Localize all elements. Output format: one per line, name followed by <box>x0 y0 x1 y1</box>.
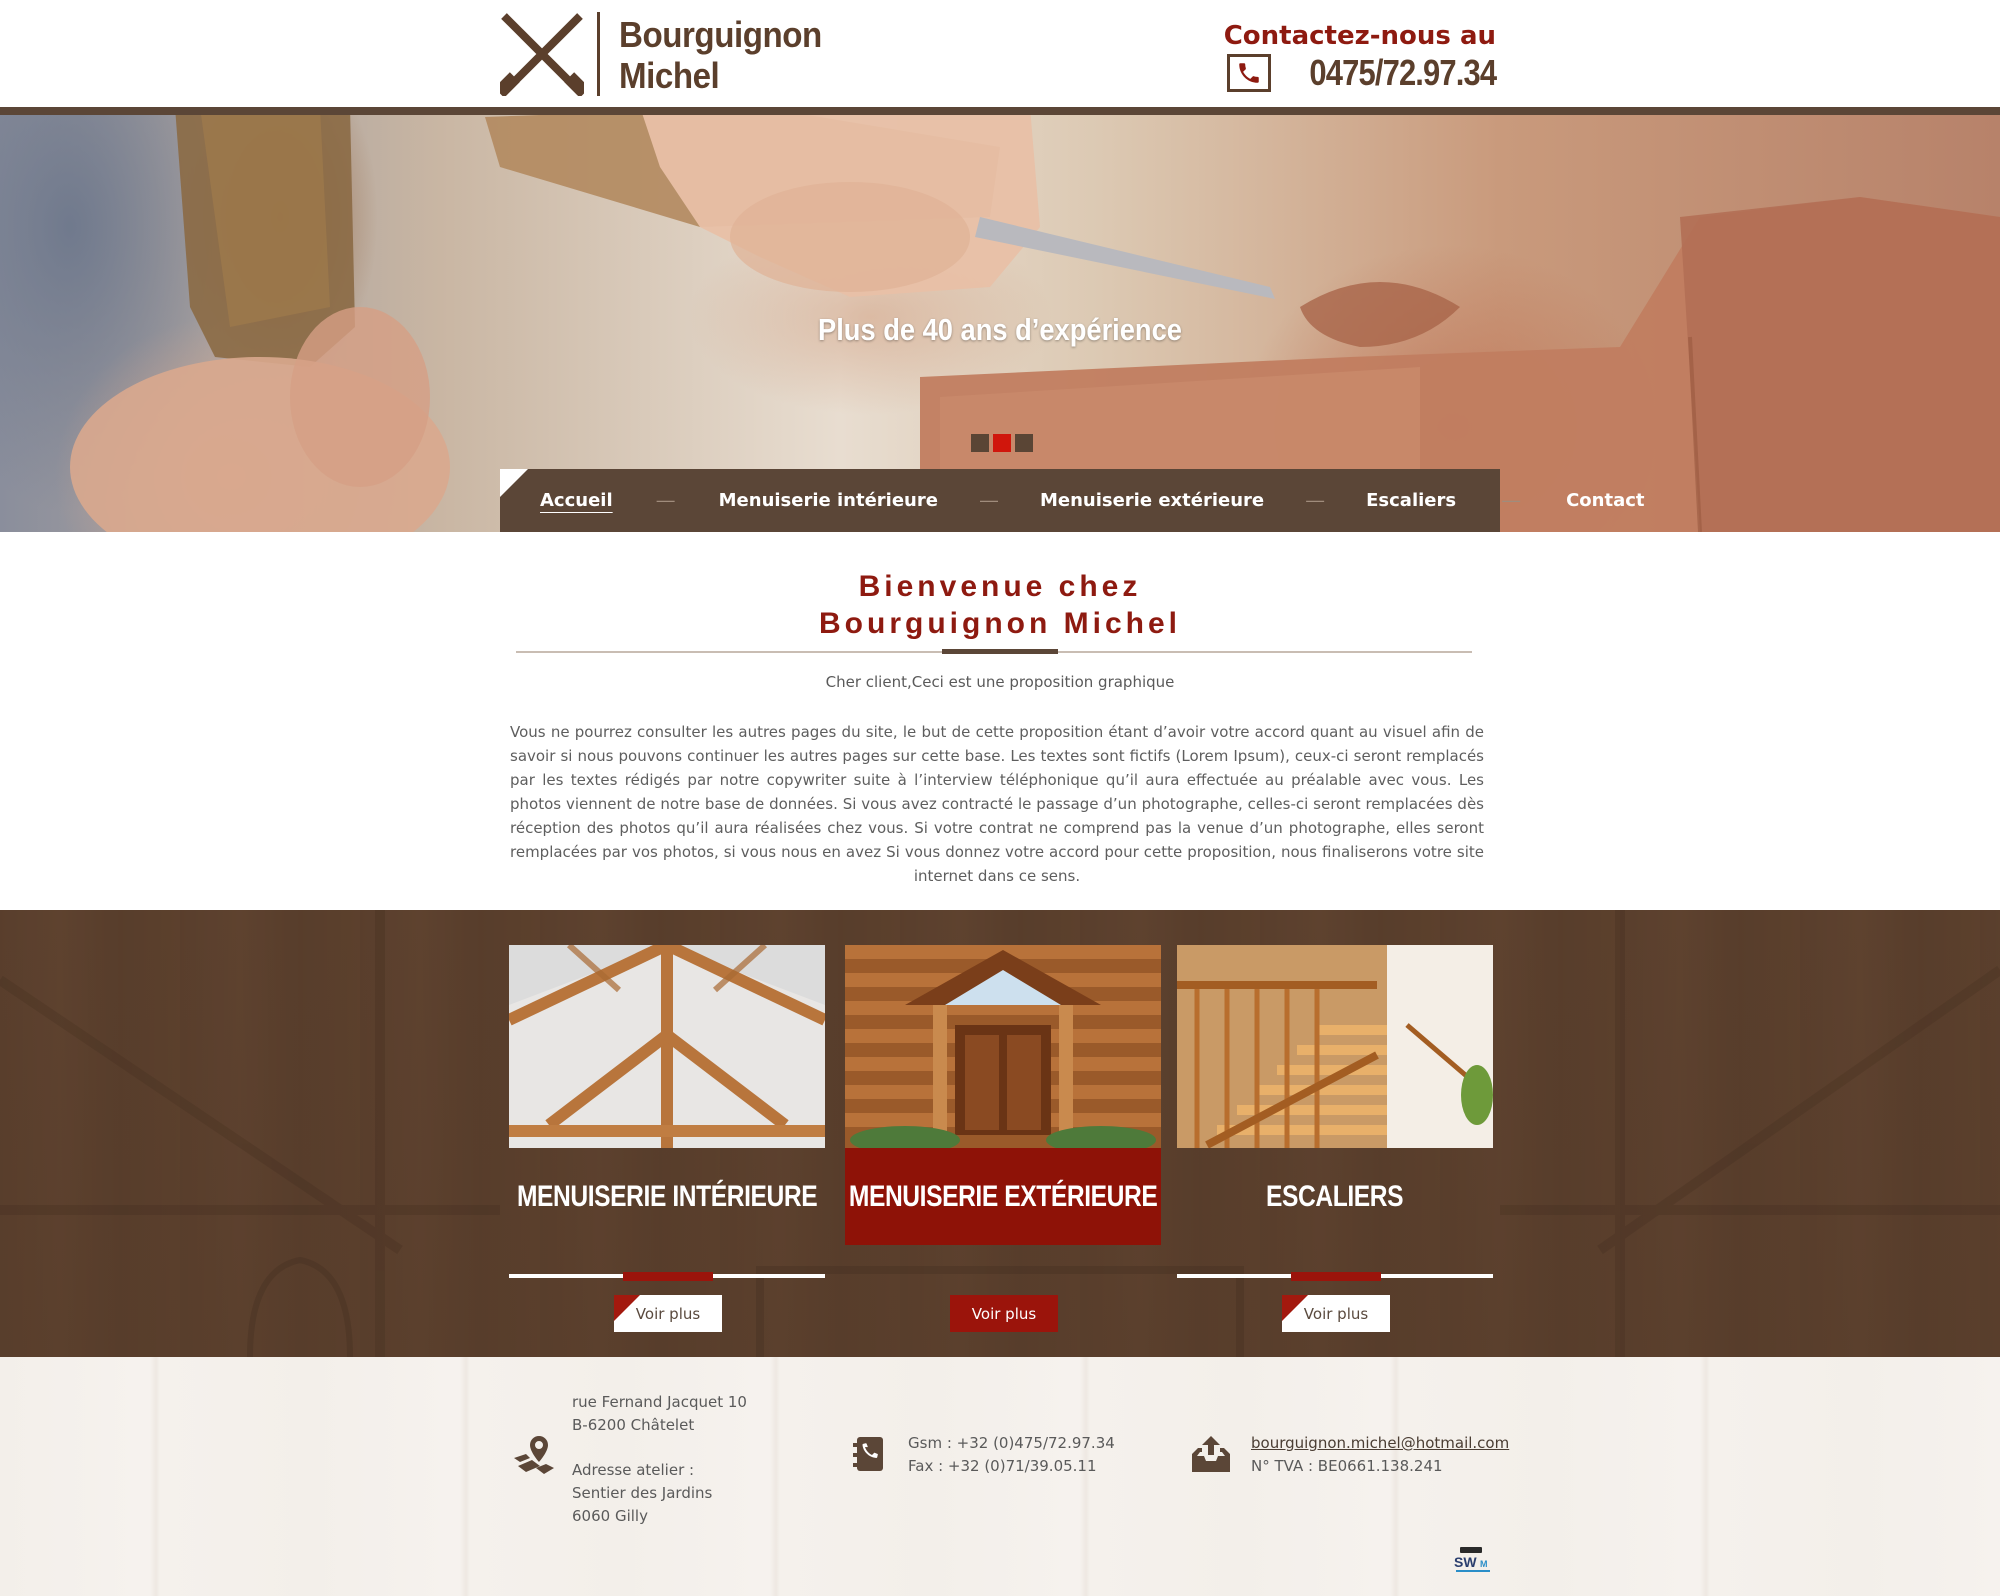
brand-name[interactable]: Bourguignon Michel <box>619 14 822 96</box>
main-nav: Accueil — Menuiserie intérieure — Menuis… <box>500 469 1645 532</box>
footer-tva: N° TVA : BE0661.138.241 <box>1251 1457 1443 1475</box>
welcome-title-line2: Bourguignon Michel <box>819 607 1181 640</box>
nav-separator: — <box>1306 490 1325 510</box>
welcome-title: Bienvenue chez Bourguignon Michel <box>0 568 2000 642</box>
welcome-intro: Cher client,Ceci est une proposition gra… <box>825 673 1175 691</box>
service-card-escaliers[interactable]: ESCALIERS <box>1177 945 1493 1281</box>
service-title-box: MENUISERIE INTÉRIEURE <box>509 1148 825 1245</box>
nav-item-contact[interactable]: Contact <box>1566 490 1644 511</box>
footer-address: rue Fernand Jacquet 10 B-6200 Châtelet A… <box>572 1391 747 1528</box>
address-street: rue Fernand Jacquet 10 <box>572 1393 747 1411</box>
service-title-box: MENUISERIE EXTÉRIEURE <box>845 1148 1161 1245</box>
atelier-city: 6060 Gilly <box>572 1507 648 1525</box>
footer-gsm[interactable]: Gsm : +32 (0)475/72.97.34 <box>908 1432 1115 1455</box>
nav-separator: — <box>979 490 998 510</box>
services-section: MENUISERIE INTÉRIEURE MENUISERIE EXTÉRIE… <box>0 910 2000 1357</box>
nav-item-menuiserie-interieure[interactable]: Menuiserie intérieure <box>719 490 938 511</box>
header-phone[interactable]: 0475/72.97.34 <box>1226 52 1497 94</box>
header-phone-number[interactable]: 0475/72.97.34 <box>1309 52 1497 94</box>
logo-divider <box>597 12 600 96</box>
button-corner-decoration <box>1282 1295 1308 1321</box>
service-image-staircase <box>1177 945 1493 1148</box>
voir-plus-label: Voir plus <box>971 1304 1037 1323</box>
map-location-icon <box>514 1436 554 1474</box>
service-title[interactable]: MENUISERIE INTÉRIEURE <box>517 1180 818 1214</box>
service-image-log-house <box>845 945 1161 1148</box>
service-title-box: ESCALIERS <box>1177 1148 1493 1245</box>
service-card-menuiserie-interieure[interactable]: MENUISERIE INTÉRIEURE <box>509 945 825 1281</box>
phone-icon <box>1226 54 1271 92</box>
nav-separator: — <box>656 490 675 510</box>
nav-item-accueil[interactable]: Accueil <box>540 490 613 511</box>
footer-mail: bourguignon.michel@hotmail.com N° TVA : … <box>1251 1432 1509 1478</box>
welcome-body: Vous ne pourrez consulter les autres pag… <box>510 723 1484 885</box>
site-header: Bourguignon Michel Contactez-nous au 047… <box>0 0 2000 107</box>
swm-logo-icon[interactable]: SW M <box>1452 1545 1494 1575</box>
brand-name-line1: Bourguignon <box>619 14 822 55</box>
welcome-divider-accent <box>942 649 1058 654</box>
svg-text:SW: SW <box>1454 1554 1477 1570</box>
contact-label: Contactez-nous au <box>1223 21 1496 51</box>
nav-separator: — <box>1502 490 1521 510</box>
hero-title: Plus de 40 ans d’expérience <box>818 312 1182 347</box>
nav-item-menuiserie-exterieure[interactable]: Menuiserie extérieure <box>1040 490 1264 511</box>
hero-top-border <box>0 107 2000 115</box>
slider-dot-2[interactable] <box>993 434 1011 452</box>
footer-fax: Fax : +32 (0)71/39.05.11 <box>908 1457 1097 1475</box>
service-card-menuiserie-exterieure[interactable]: MENUISERIE EXTÉRIEURE <box>845 945 1161 1245</box>
footer-email-link[interactable]: bourguignon.michel@hotmail.com <box>1251 1432 1509 1455</box>
mail-upload-icon <box>1192 1436 1230 1472</box>
service-title[interactable]: MENUISERIE EXTÉRIEURE <box>849 1180 1158 1214</box>
nav-item-escaliers[interactable]: Escaliers <box>1366 490 1456 511</box>
service-image-roof-truss <box>509 945 825 1148</box>
brand-name-line2: Michel <box>619 55 720 96</box>
service-underline-accent <box>1291 1272 1381 1281</box>
voir-plus-label: Voir plus <box>635 1304 701 1323</box>
atelier-label: Adresse atelier : <box>572 1461 695 1479</box>
slider-dot-1[interactable] <box>971 434 989 452</box>
nav-corner-decoration <box>500 469 528 497</box>
button-corner-decoration <box>614 1295 640 1321</box>
slider-dot-3[interactable] <box>1015 434 1033 452</box>
footer-phones: Gsm : +32 (0)475/72.97.34 Fax : +32 (0)7… <box>908 1432 1115 1478</box>
slider-dots <box>971 434 1033 452</box>
welcome-title-line1: Bienvenue chez <box>858 570 1142 603</box>
voir-plus-button-escaliers[interactable]: Voir plus <box>1282 1295 1390 1332</box>
atelier-street: Sentier des Jardins <box>572 1484 713 1502</box>
address-city: B-6200 Châtelet <box>572 1416 695 1434</box>
voir-plus-button-exterieure[interactable]: Voir plus <box>950 1295 1058 1332</box>
svg-text:M: M <box>1480 1559 1488 1569</box>
voir-plus-button-interieure[interactable]: Voir plus <box>614 1295 722 1332</box>
service-title[interactable]: ESCALIERS <box>1266 1180 1404 1214</box>
service-underline-accent <box>623 1272 713 1281</box>
voir-plus-label: Voir plus <box>1303 1304 1369 1323</box>
phone-book-icon <box>853 1437 883 1471</box>
crossed-chisels-icon[interactable] <box>500 12 584 96</box>
